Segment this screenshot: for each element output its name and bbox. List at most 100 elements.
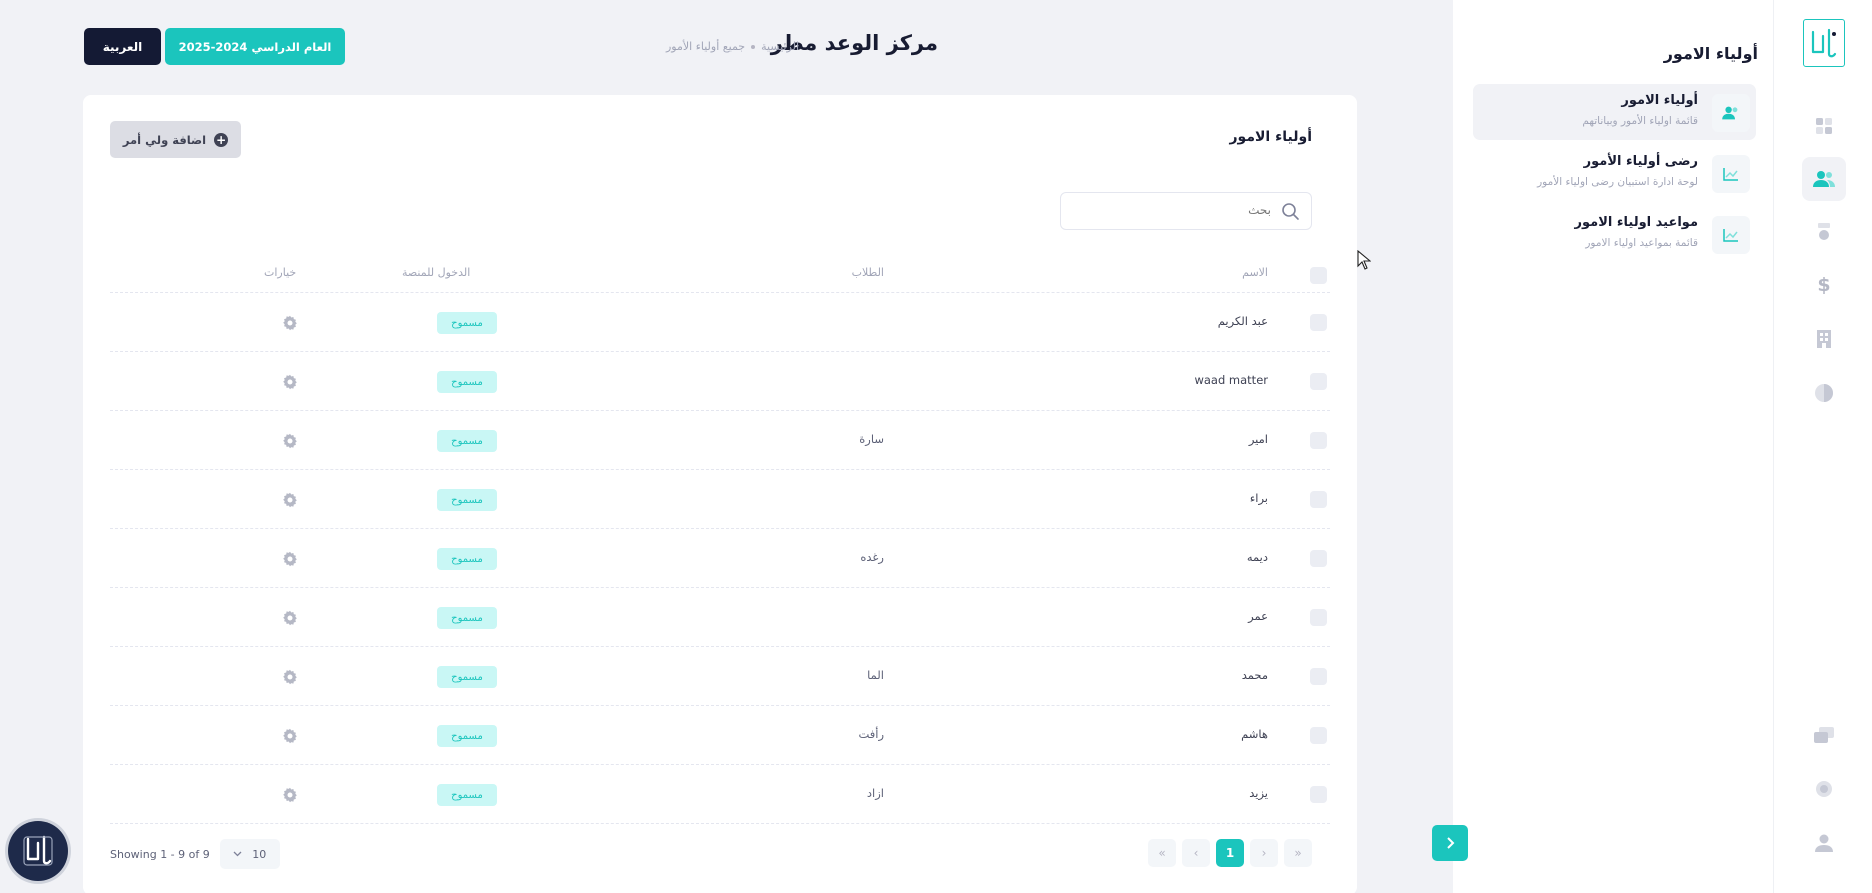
- side-menu-item[interactable]: رضى أولياء الأمور لوحة ادارة استبيان رضى …: [1473, 145, 1756, 201]
- users-icon: [1722, 106, 1738, 120]
- chevron-down-icon: [233, 851, 242, 857]
- academic-year-button[interactable]: العام الدراسي 2024-2025: [165, 28, 345, 65]
- side-panel-title: أولياء الامور: [1663, 44, 1758, 63]
- guardian-name[interactable]: براء: [1250, 491, 1268, 505]
- row-checkbox[interactable]: [1310, 668, 1327, 685]
- table-row[interactable]: عمر مسموح: [110, 588, 1330, 647]
- pagination-info: Showing 1 - 9 of 9 10: [110, 839, 280, 869]
- next-page-button[interactable]: ‹: [1182, 839, 1210, 867]
- guardian-name[interactable]: محمد: [1242, 668, 1268, 682]
- access-status-badge: مسموح: [437, 666, 497, 688]
- gear-icon[interactable]: [282, 433, 298, 449]
- globe-icon[interactable]: [1802, 371, 1846, 415]
- select-all-checkbox[interactable]: [1310, 267, 1327, 284]
- menu-item-subtitle: قائمة اولياء الأمور وبياناتهم: [1582, 115, 1698, 127]
- double-chevron-left-icon: «: [1158, 846, 1166, 860]
- side-menu-item[interactable]: أولياء الامور قائمة اولياء الأمور وبيانات…: [1473, 84, 1756, 140]
- column-platform-access[interactable]: الدخول للمنصة: [402, 266, 470, 279]
- breadcrumb-separator: [751, 44, 756, 49]
- access-status-badge: مسموح: [437, 489, 497, 511]
- gear-icon[interactable]: [282, 610, 298, 626]
- app-logo[interactable]: [1803, 19, 1845, 67]
- guardian-name[interactable]: عمر: [1248, 609, 1268, 623]
- menu-item-icon-box: [1712, 155, 1750, 193]
- row-checkbox[interactable]: [1310, 609, 1327, 626]
- guardian-name[interactable]: امير: [1249, 432, 1268, 446]
- row-checkbox[interactable]: [1310, 786, 1327, 803]
- menu-item-title: مواعيد اولياء الامور: [1574, 215, 1698, 230]
- profile-icon[interactable]: [1802, 821, 1846, 865]
- side-menu-item[interactable]: مواعيد اولياء الامور قائمة بمواعيد اولياء…: [1473, 206, 1756, 262]
- guardians-table: الاسم الطلاب الدخول للمنصة خيارات عبد ال…: [110, 255, 1330, 824]
- breadcrumb-home[interactable]: الرئيسية: [761, 40, 799, 53]
- gear-icon[interactable]: [282, 374, 298, 390]
- menu-item-title: رضى أولياء الأمور: [1583, 154, 1698, 169]
- table-row[interactable]: امير سارة مسموح: [110, 411, 1330, 470]
- table-row[interactable]: عبد الكريم مسموح: [110, 293, 1330, 352]
- table-row[interactable]: هاشم رأفت مسموح: [110, 706, 1330, 765]
- floating-logo-button[interactable]: [8, 821, 68, 881]
- guardian-name[interactable]: يزيد: [1249, 786, 1268, 800]
- gear-icon[interactable]: [282, 315, 298, 331]
- breadcrumb-current: جميع أولياء الأمور: [666, 40, 746, 53]
- gear-icon[interactable]: [282, 492, 298, 508]
- table-header: الاسم الطلاب الدخول للمنصة خيارات: [110, 255, 1330, 293]
- dollar-icon[interactable]: $: [1802, 263, 1846, 307]
- page-button-current[interactable]: 1: [1216, 839, 1244, 867]
- table-row[interactable]: يزيد ازاد مسموح: [110, 765, 1330, 824]
- menu-item-title: أولياء الامور: [1621, 93, 1698, 108]
- column-name[interactable]: الاسم: [1242, 266, 1268, 279]
- guardian-name[interactable]: waad matter: [1194, 373, 1268, 387]
- access-status-badge: مسموح: [437, 784, 497, 806]
- table-row[interactable]: محمد الما مسموح: [110, 647, 1330, 706]
- users-icon[interactable]: [1802, 157, 1846, 201]
- row-checkbox[interactable]: [1310, 727, 1327, 744]
- gear-icon[interactable]: [282, 669, 298, 685]
- guardian-students: رأفت: [858, 727, 884, 741]
- search-box: [1060, 192, 1312, 230]
- dashboard-icon[interactable]: [1802, 104, 1846, 148]
- gear-icon[interactable]: [282, 787, 298, 803]
- chat-icon[interactable]: [1802, 714, 1846, 758]
- row-checkbox[interactable]: [1310, 373, 1327, 390]
- prev-page-button[interactable]: ›: [1250, 839, 1278, 867]
- chart-icon: [1723, 229, 1738, 242]
- icon-rail: $: [1773, 0, 1872, 893]
- first-page-button[interactable]: »: [1284, 839, 1312, 867]
- row-checkbox[interactable]: [1310, 432, 1327, 449]
- logo-icon: [1811, 28, 1837, 58]
- building-icon[interactable]: [1802, 317, 1846, 361]
- column-students[interactable]: الطلاب: [852, 266, 884, 279]
- add-guardian-button[interactable]: اضافة ولي أمر +: [110, 121, 241, 158]
- card-title: أولياء الامور: [1229, 129, 1313, 145]
- row-checkbox[interactable]: [1310, 314, 1327, 331]
- table-row[interactable]: ديمه رغده مسموح: [110, 529, 1330, 588]
- access-status-badge: مسموح: [437, 725, 497, 747]
- award-icon[interactable]: [1802, 210, 1846, 254]
- access-status-badge: مسموح: [437, 607, 497, 629]
- guardian-students: الما: [867, 668, 884, 682]
- language-button[interactable]: العربية: [84, 28, 161, 65]
- guardian-name[interactable]: عبد الكريم: [1218, 314, 1268, 328]
- access-status-badge: مسموح: [437, 430, 497, 452]
- menu-item-subtitle: لوحة ادارة استبيان رضى اولياء الأمور: [1537, 176, 1698, 188]
- gear-icon[interactable]: [282, 551, 298, 567]
- gear-icon[interactable]: [282, 728, 298, 744]
- settings-icon[interactable]: [1802, 767, 1846, 811]
- showing-text: Showing 1 - 9 of 9: [110, 847, 210, 861]
- table-row[interactable]: waad matter مسموح: [110, 352, 1330, 411]
- panel-toggle-button[interactable]: [1432, 825, 1468, 861]
- chevron-right-icon: ›: [1261, 846, 1267, 860]
- guardian-name[interactable]: ديمه: [1247, 550, 1268, 564]
- search-input[interactable]: [1081, 203, 1271, 217]
- chevron-left-icon: ‹: [1193, 846, 1199, 860]
- row-checkbox[interactable]: [1310, 550, 1327, 567]
- page-size-select[interactable]: 10: [219, 839, 280, 869]
- add-guardian-label: اضافة ولي أمر: [122, 132, 207, 147]
- table-row[interactable]: براء مسموح: [110, 470, 1330, 529]
- row-checkbox[interactable]: [1310, 491, 1327, 508]
- last-page-button[interactable]: «: [1148, 839, 1176, 867]
- guardian-name[interactable]: هاشم: [1241, 727, 1268, 741]
- menu-item-subtitle: قائمة بمواعيد اولياء الامور: [1585, 237, 1698, 249]
- chart-icon: [1723, 168, 1738, 181]
